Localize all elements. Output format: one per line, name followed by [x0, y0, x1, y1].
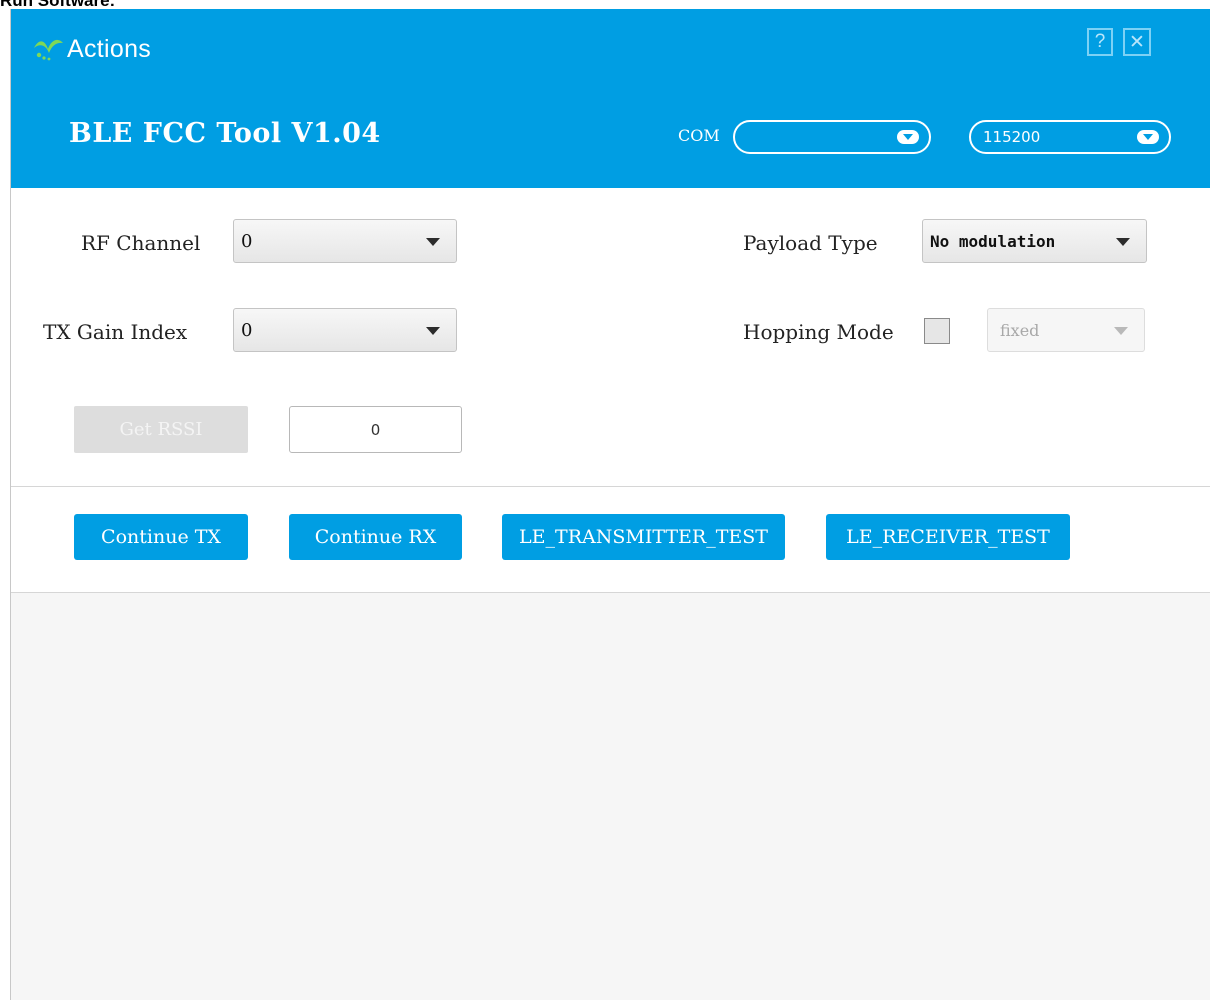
actions-logo-icon	[34, 39, 63, 61]
payload-type-value: No modulation	[930, 231, 1056, 251]
header-bar: Actions ? ✕ BLE FCC Tool V1.04 COM 11520…	[11, 9, 1210, 188]
help-button[interactable]: ?	[1087, 28, 1113, 56]
hopping-mode-checkbox[interactable]	[924, 318, 950, 344]
tx-gain-index-select[interactable]: 0	[233, 308, 457, 352]
hopping-mode-value: fixed	[1000, 320, 1040, 340]
chevron-down-icon	[1114, 327, 1128, 335]
rf-channel-select[interactable]: 0	[233, 219, 457, 263]
rf-channel-label: RF Channel	[81, 231, 201, 255]
hopping-mode-label: Hopping Mode	[743, 320, 894, 344]
logo: Actions	[31, 31, 151, 67]
tx-gain-index-value: 0	[241, 319, 253, 341]
app-title: BLE FCC Tool V1.04	[69, 118, 381, 149]
le-receiver-test-button[interactable]: LE_RECEIVER_TEST	[826, 514, 1070, 560]
le-transmitter-test-button[interactable]: LE_TRANSMITTER_TEST	[502, 514, 785, 560]
divider	[11, 486, 1210, 487]
chevron-down-icon	[1137, 130, 1159, 144]
close-button[interactable]: ✕	[1123, 28, 1151, 56]
baud-rate-select[interactable]: 115200	[969, 120, 1171, 154]
baud-rate-value: 115200	[983, 128, 1041, 146]
logo-text: Actions	[67, 34, 152, 63]
log-output-area	[11, 593, 1210, 1000]
get-rssi-button[interactable]: Get RSSI	[74, 406, 248, 453]
hopping-mode-select[interactable]: fixed	[987, 308, 1145, 352]
chevron-down-icon	[1116, 238, 1130, 246]
continue-rx-button[interactable]: Continue RX	[289, 514, 462, 560]
chevron-down-icon	[426, 238, 440, 246]
close-icon: ✕	[1129, 31, 1145, 53]
tx-gain-index-label: TX Gain Index	[43, 320, 188, 344]
app-window: Actions ? ✕ BLE FCC Tool V1.04 COM 11520…	[10, 9, 1210, 1000]
chevron-down-icon	[426, 327, 440, 335]
rf-channel-value: 0	[241, 230, 253, 252]
rssi-value-field[interactable]: 0	[289, 406, 462, 453]
com-port-select[interactable]	[733, 120, 931, 154]
chevron-down-icon	[897, 130, 919, 144]
payload-type-label: Payload Type	[743, 231, 878, 255]
help-icon: ?	[1094, 31, 1106, 52]
continue-tx-button[interactable]: Continue TX	[74, 514, 248, 560]
payload-type-select[interactable]: No modulation	[922, 219, 1147, 263]
com-label: COM	[678, 126, 720, 145]
